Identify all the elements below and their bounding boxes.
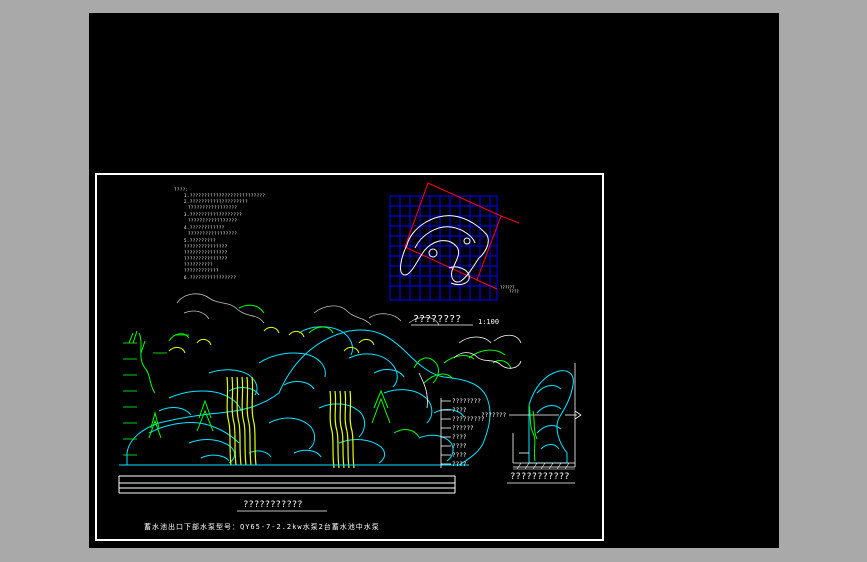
elevation-rockery xyxy=(126,326,491,466)
elevation-plants-yellow xyxy=(168,326,375,354)
scale-label: 1:100 xyxy=(478,318,500,326)
legend-label: ???????? xyxy=(452,398,481,405)
legend-leaders xyxy=(440,398,451,468)
waterfall-right xyxy=(329,390,355,469)
legend-label: ???? xyxy=(452,452,467,459)
bottom-note: 蓄水池出口下部水泵型号：QY65-7-2.2kw水泵2台蓄水池中水泵 xyxy=(144,523,380,531)
legend-label: ???? xyxy=(452,407,467,414)
legend-label: ?????? xyxy=(452,425,474,432)
elevation-level-markers xyxy=(123,334,189,456)
elevation-title: ??????????? xyxy=(243,500,303,510)
section-title: ??????????? xyxy=(510,472,570,482)
legend-label: ???? xyxy=(452,461,467,468)
section-detail xyxy=(528,370,574,464)
legend-label: ???? xyxy=(452,434,467,441)
grid-label-left: ?????? xyxy=(500,285,515,290)
legend-label: ????????? xyxy=(452,416,485,423)
drawing-graphics: ???? ?????? xyxy=(118,182,582,512)
elevation-ground xyxy=(118,475,456,494)
section-waterfall xyxy=(528,404,538,462)
cad-model-space[interactable]: ????: 1.?????????????????????????? 2.???… xyxy=(89,13,779,548)
plan-title: ???????? xyxy=(413,314,462,325)
legend-label: ???? xyxy=(452,443,467,450)
side-label: ??????? xyxy=(481,412,507,419)
section-ground-hatch xyxy=(513,462,575,470)
